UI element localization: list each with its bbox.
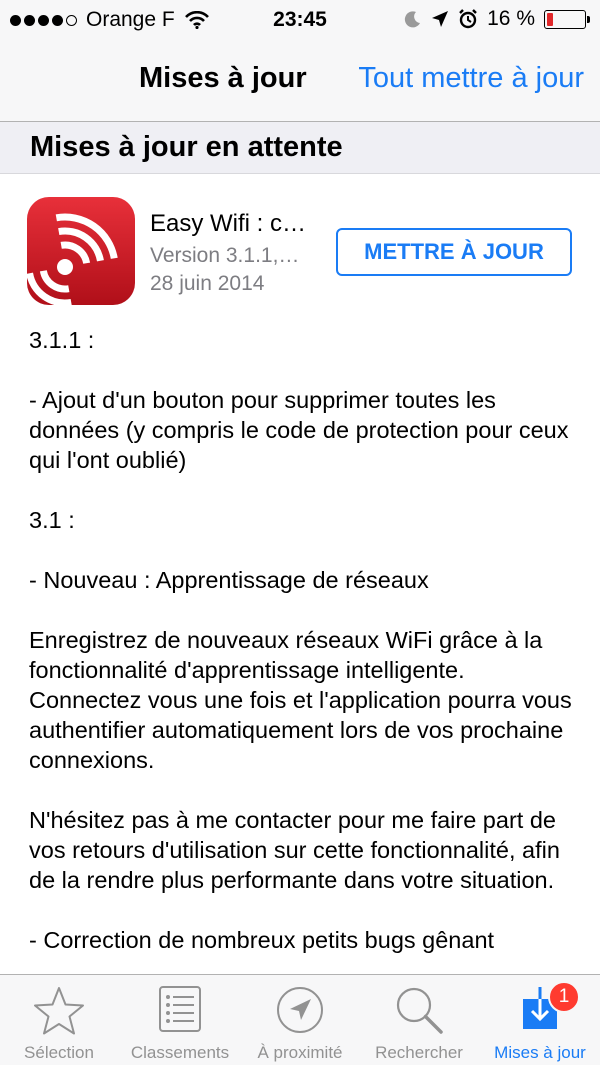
search-icon [396, 987, 443, 1034]
app-icon[interactable] [27, 197, 135, 305]
tab-rechercher[interactable]: Rechercher [358, 975, 480, 1065]
app-name[interactable]: Easy Wifi : c… [150, 210, 330, 238]
battery-percent: 16 % [487, 7, 535, 30]
page-title: Mises à jour [139, 62, 307, 94]
location-arrow-icon [432, 11, 449, 27]
section-header: Mises à jour en attente [0, 122, 600, 174]
tab-label: Classements [130, 1043, 230, 1062]
tab-mises-a-jour[interactable]: 1 Mises à jour [480, 975, 600, 1065]
update-app-button[interactable]: METTRE À JOUR [336, 228, 572, 276]
status-bar: Orange F 23:45 16 % [0, 0, 600, 40]
tab-label: Mises à jour [494, 1043, 586, 1062]
navigation-bar: Mises à jour Tout mettre à jour [0, 40, 600, 122]
wifi-signal-icon [27, 213, 118, 305]
release-notes: 3.1.1 : - Ajout d'un bouton pour supprim… [29, 325, 577, 975]
list-icon [159, 986, 201, 1032]
release-note-paragraph: 3.1.1 : [29, 327, 95, 353]
signal-strength-icon [10, 14, 77, 26]
release-note-paragraph: N'hésitez pas à me contacter pour me fai… [29, 807, 560, 893]
star-icon [34, 987, 84, 1035]
tab-label: Rechercher [375, 1043, 463, 1062]
wifi-icon [184, 11, 209, 29]
location-icon [277, 987, 323, 1033]
section-title: Mises à jour en attente [30, 131, 343, 163]
release-note-paragraph: Enregistrez de nouveaux réseaux WiFi grâ… [29, 627, 572, 773]
alarm-icon [459, 9, 477, 29]
release-note-paragraph: - Nouveau : Apprentissage de réseaux [29, 567, 429, 593]
moon-icon [404, 11, 421, 28]
app-version: Version 3.1.1,… [150, 244, 300, 267]
tab-selection[interactable]: Sélection [0, 975, 118, 1065]
release-note-paragraph: - Correction de nombreux petits bugs gên… [29, 927, 495, 953]
status-right: 16 % [404, 7, 590, 31]
battery-icon [544, 9, 590, 29]
tab-classements[interactable]: Classements [118, 975, 242, 1065]
battery-level-fill [547, 12, 553, 26]
update-all-button[interactable]: Tout mettre à jour [358, 62, 584, 95]
tab-label: Sélection [24, 1043, 94, 1062]
tab-label: À proximité [257, 1043, 343, 1062]
tab-a-proximite[interactable]: À proximité [242, 975, 358, 1065]
tab-bar: Sélection Classements À proximité Recher… [0, 974, 600, 1065]
carrier-name: Orange F [86, 8, 175, 31]
release-note-paragraph: - Ajout d'un bouton pour supprimer toute… [29, 387, 569, 473]
app-release-date: 28 juin 2014 [150, 272, 265, 295]
update-count-badge: 1 [548, 981, 580, 1013]
release-note-paragraph: 3.1 : [29, 507, 75, 533]
status-left: Orange F [10, 8, 209, 32]
